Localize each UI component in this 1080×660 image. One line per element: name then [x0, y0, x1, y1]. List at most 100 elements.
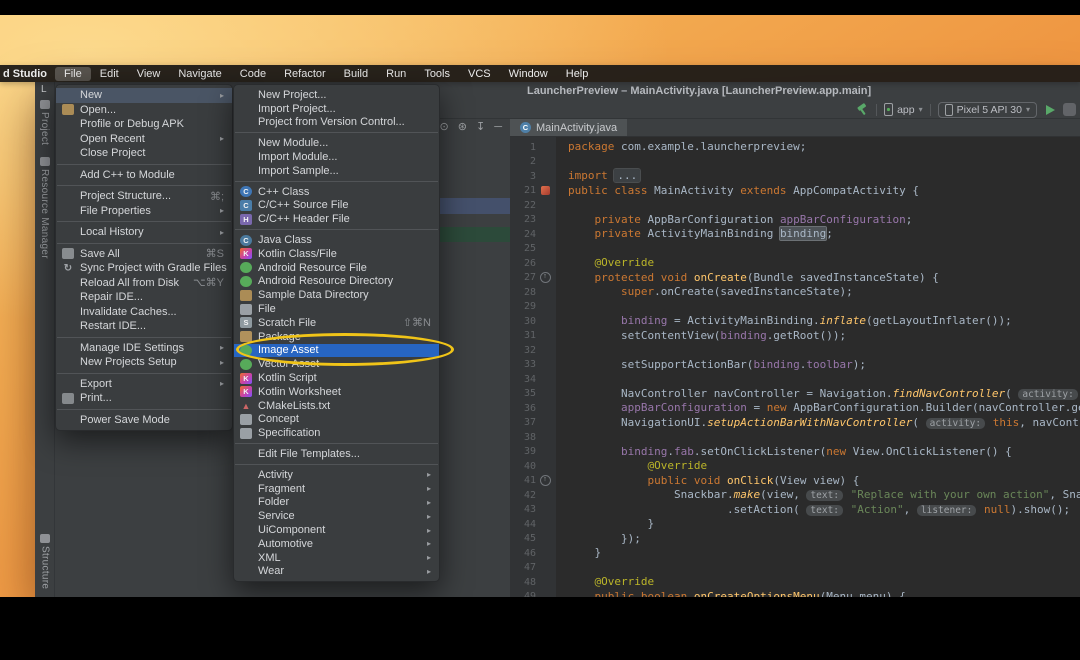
- menu-item-restart-ide[interactable]: Restart IDE...: [56, 319, 232, 334]
- code-line[interactable]: @Override: [556, 575, 1080, 590]
- menu-item-new-module[interactable]: New Module...: [234, 136, 439, 150]
- menu-item-save-all[interactable]: Save All⌘S: [56, 247, 232, 262]
- gutter-line[interactable]: 23: [510, 213, 556, 228]
- code-line[interactable]: [556, 372, 1080, 387]
- menu-item-new-project[interactable]: New Project...: [234, 88, 439, 102]
- gutter-line[interactable]: 22: [510, 198, 556, 213]
- tab-mainactivity-java[interactable]: C MainActivity.java: [510, 119, 627, 136]
- gutter-line[interactable]: 24: [510, 227, 556, 242]
- menu-item-service[interactable]: Service▸: [234, 509, 439, 523]
- menu-item-local-history[interactable]: Local History▸: [56, 225, 232, 240]
- code-line[interactable]: public void onClick(View view) {: [556, 474, 1080, 489]
- menu-item-fragment[interactable]: Fragment▸: [234, 482, 439, 496]
- gutter-line[interactable]: 39: [510, 445, 556, 460]
- menu-item-package[interactable]: Package: [234, 330, 439, 344]
- code-line[interactable]: }: [556, 517, 1080, 532]
- gutter-line[interactable]: 36: [510, 401, 556, 416]
- code-line[interactable]: setContentView(binding.getRoot());: [556, 329, 1080, 344]
- run-config-select[interactable]: app ▾: [884, 103, 923, 116]
- menu-item-manage-ide-settings[interactable]: Manage IDE Settings▸: [56, 341, 232, 356]
- menubar-item-refactor[interactable]: Refactor: [275, 67, 335, 81]
- gutter-line[interactable]: 2: [510, 155, 556, 170]
- menu-item-print[interactable]: Print...: [56, 391, 232, 406]
- gutter-line[interactable]: 45: [510, 532, 556, 547]
- gutter-line[interactable]: 43: [510, 503, 556, 518]
- stripe-item-structure[interactable]: Structure: [35, 534, 55, 589]
- code-line[interactable]: [556, 300, 1080, 315]
- menu-item-file[interactable]: File: [234, 302, 439, 316]
- code-line[interactable]: public boolean onCreateOptionsMenu(Menu …: [556, 590, 1080, 598]
- menu-item-kotlin-class-file[interactable]: KKotlin Class/File: [234, 247, 439, 261]
- gutter-line[interactable]: 29: [510, 300, 556, 315]
- menubar-item-tools[interactable]: Tools: [415, 67, 459, 81]
- menu-item-folder[interactable]: Folder▸: [234, 496, 439, 510]
- gutter-line[interactable]: 35: [510, 387, 556, 402]
- build-hammer-icon[interactable]: [856, 103, 869, 116]
- code-line[interactable]: public class MainActivity extends AppCom…: [556, 184, 1080, 199]
- stripe-item-project[interactable]: Project: [35, 100, 54, 145]
- menu-item-kotlin-script[interactable]: KKotlin Script: [234, 371, 439, 385]
- run-play-icon[interactable]: [1044, 104, 1056, 116]
- menu-item-power-save-mode[interactable]: Power Save Mode: [56, 413, 232, 428]
- gutter-line[interactable]: 1: [510, 140, 556, 155]
- code-line[interactable]: .setAction( text: "Action", listener: nu…: [556, 503, 1080, 518]
- code-line[interactable]: NavigationUI.setupActionBarWithNavContro…: [556, 416, 1080, 431]
- menu-item-vector-asset[interactable]: Vector Asset: [234, 357, 439, 371]
- menu-item-open[interactable]: Open...: [56, 103, 232, 118]
- code-line[interactable]: protected void onCreate(Bundle savedInst…: [556, 271, 1080, 286]
- gutter-line[interactable]: 3: [510, 169, 556, 184]
- code-line[interactable]: package com.example.launcherpreview;: [556, 140, 1080, 155]
- menu-item-open-recent[interactable]: Open Recent▸: [56, 132, 232, 147]
- code-line[interactable]: [556, 561, 1080, 576]
- menu-item-sample-data-directory[interactable]: Sample Data Directory: [234, 288, 439, 302]
- menu-item-concept[interactable]: Concept: [234, 413, 439, 427]
- menubar-item-view[interactable]: View: [128, 67, 170, 81]
- gutter-line[interactable]: 37: [510, 416, 556, 431]
- menu-item-import-sample[interactable]: Import Sample...: [234, 164, 439, 178]
- code-line[interactable]: [556, 155, 1080, 170]
- menu-item-xml[interactable]: XML▸: [234, 551, 439, 565]
- code-line[interactable]: binding = ActivityMainBinding.inflate(ge…: [556, 314, 1080, 329]
- code-line[interactable]: @Override: [556, 459, 1080, 474]
- menu-item-wear[interactable]: Wear▸: [234, 565, 439, 579]
- menu-item-profile-or-debug-apk[interactable]: Profile or Debug APK: [56, 117, 232, 132]
- menu-item-new-projects-setup[interactable]: New Projects Setup▸: [56, 355, 232, 370]
- gutter-line[interactable]: 49: [510, 590, 556, 598]
- gutter-line[interactable]: 42: [510, 488, 556, 503]
- menu-item-project-structure[interactable]: Project Structure...⌘;: [56, 189, 232, 204]
- menu-item-c-class[interactable]: CC++ Class: [234, 185, 439, 199]
- menu-item-project-from-version-control[interactable]: Project from Version Control...: [234, 116, 439, 130]
- menubar-item-build[interactable]: Build: [335, 67, 377, 81]
- code-line[interactable]: [556, 242, 1080, 257]
- code-line[interactable]: }: [556, 546, 1080, 561]
- gutter-line[interactable]: 41: [510, 474, 556, 489]
- gutter-line[interactable]: 27: [510, 271, 556, 286]
- menu-item-uicomponent[interactable]: UiComponent▸: [234, 523, 439, 537]
- profiler-icon[interactable]: [1063, 103, 1076, 116]
- editor-gutter[interactable]: 1232122232425262728293031323334353637383…: [510, 137, 556, 597]
- code-line[interactable]: });: [556, 532, 1080, 547]
- code-line[interactable]: appBarConfiguration = new AppBarConfigur…: [556, 401, 1080, 416]
- code-line[interactable]: import ...: [556, 169, 1080, 184]
- code-line[interactable]: super.onCreate(savedInstanceState);: [556, 285, 1080, 300]
- menubar-item-help[interactable]: Help: [557, 67, 598, 81]
- code-line[interactable]: binding.fab.setOnClickListener(new View.…: [556, 445, 1080, 460]
- menu-item-specification[interactable]: Specification: [234, 426, 439, 440]
- menu-item-android-resource-file[interactable]: Android Resource File: [234, 261, 439, 275]
- code-line[interactable]: Snackbar.make(view, text: "Replace with …: [556, 488, 1080, 503]
- menu-item-image-asset[interactable]: Image Asset: [234, 344, 439, 358]
- code-line[interactable]: NavController navController = Navigation…: [556, 387, 1080, 402]
- menu-item-file-properties[interactable]: File Properties▸: [56, 204, 232, 219]
- code-line[interactable]: [556, 430, 1080, 445]
- menu-item-import-module[interactable]: Import Module...: [234, 150, 439, 164]
- menu-item-edit-file-templates[interactable]: Edit File Templates...: [234, 447, 439, 461]
- menubar-item-file[interactable]: File: [55, 67, 91, 81]
- stripe-item-resource-manager[interactable]: Resource Manager: [35, 157, 54, 259]
- menu-item-automotive[interactable]: Automotive▸: [234, 537, 439, 551]
- menu-item-c-c-source-file[interactable]: CC/C++ Source File: [234, 199, 439, 213]
- scroll-down-icon[interactable]: ↧: [476, 120, 485, 134]
- menubar-item-navigate[interactable]: Navigate: [169, 67, 230, 81]
- gutter-line[interactable]: 31: [510, 329, 556, 344]
- class-gutter-icon[interactable]: [536, 184, 554, 199]
- gutter-line[interactable]: 48: [510, 575, 556, 590]
